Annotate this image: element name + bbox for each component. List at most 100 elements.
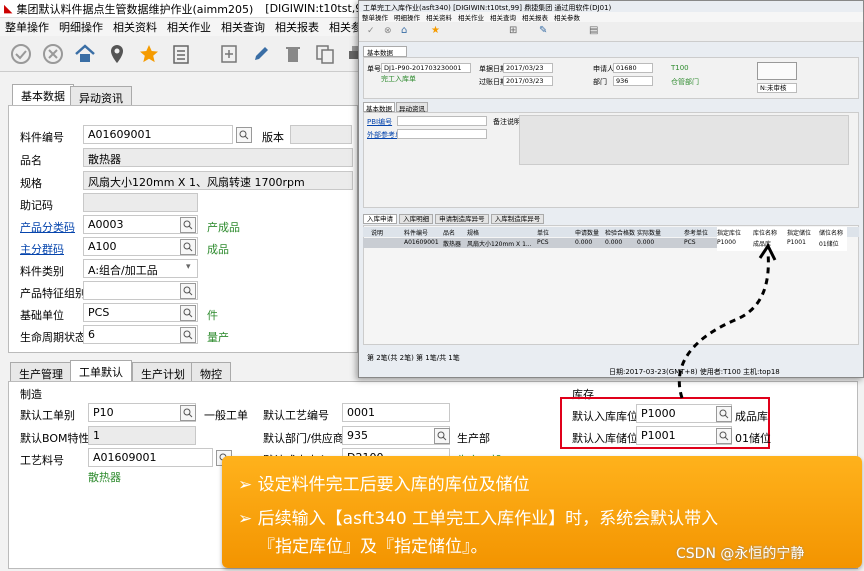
menu-item[interactable]: 相关报表 <box>519 14 551 22</box>
tab-material[interactable]: 物控 <box>191 362 231 382</box>
cancel-icon[interactable]: ⊗ <box>384 26 392 36</box>
menu-item[interactable]: 相关作业 <box>455 14 487 22</box>
asft340-inner-tab-basic[interactable]: 基本数据 <box>363 102 395 113</box>
status-field[interactable]: N:未审核 <box>757 83 797 93</box>
grid-header-cell: 料件编号 <box>404 230 429 237</box>
post-field[interactable]: 2017/03/23 <box>503 76 553 86</box>
search-icon[interactable] <box>180 327 196 343</box>
process-desc: 散热器 <box>88 471 121 484</box>
remark-label: 备注说明 <box>493 118 521 126</box>
life-label: 生命周期状态 <box>20 331 86 344</box>
home-icon[interactable] <box>70 39 100 69</box>
mfg-section-title: 制造 <box>20 388 42 401</box>
process-label: 工艺料号 <box>20 454 64 467</box>
sdept-desc: 仓管部门 <box>671 78 699 86</box>
grid-header-cell: 指定库位 <box>717 230 742 237</box>
date-field[interactable]: 2017/03/23 <box>503 63 553 73</box>
grid-tab[interactable]: 申请制造库异号 <box>435 214 489 224</box>
menu-item[interactable]: 明细操作 <box>391 14 423 22</box>
remark-field[interactable] <box>519 115 849 165</box>
doc-field[interactable]: DJ1-P90-201703230001 <box>381 63 471 73</box>
sdept-field[interactable]: 936 <box>613 76 653 86</box>
life-desc: 量产 <box>207 331 229 344</box>
grid-header-cell: 说明 <box>371 230 384 237</box>
menu-item[interactable]: 相关资料 <box>423 14 455 22</box>
wotype-desc: 一般工单 <box>204 409 248 422</box>
menu-item[interactable]: 相关查询 <box>487 14 519 22</box>
asft340-toolbar: ✓ ⊗ ⌂ ★ ⊞ ✎ ▤ <box>359 22 863 42</box>
doc-status-icon[interactable] <box>757 62 797 80</box>
group-label[interactable]: 主分群码 <box>20 241 64 257</box>
item-no-field[interactable]: A01609001 <box>83 125 233 144</box>
menu-item[interactable]: 相关查询 <box>216 19 270 35</box>
search-icon[interactable] <box>180 217 196 233</box>
grid-cell: 01储位 <box>819 241 839 248</box>
chevron-down-icon[interactable]: ▾ <box>186 262 191 272</box>
confirm-icon[interactable]: ✓ <box>367 26 375 36</box>
asft340-tab-basic[interactable]: 基本数据 <box>363 46 407 57</box>
cancel-icon[interactable] <box>38 39 68 69</box>
menu-item[interactable]: 整单操作 <box>359 14 391 22</box>
search-icon[interactable] <box>180 239 196 255</box>
itemtype-select[interactable]: A:组合/加工品 <box>83 259 198 278</box>
menu-item[interactable]: 明细操作 <box>54 19 108 35</box>
memo-field[interactable] <box>83 193 198 212</box>
copy-icon[interactable] <box>310 39 340 69</box>
grid-tab[interactable]: 入库申请 <box>363 214 397 224</box>
menu-item[interactable]: 整单操作 <box>0 19 54 35</box>
ext-field[interactable] <box>397 129 487 139</box>
note-line-1: ➢ 设定料件完工后要入库的库位及储位 <box>238 475 530 495</box>
grid-header-cell: 品名 <box>443 230 456 237</box>
tab-change-info[interactable]: 异动资讯 <box>70 86 132 106</box>
process-field[interactable]: A01609001 <box>88 448 213 467</box>
menu-item[interactable]: 相关资料 <box>108 19 162 35</box>
delete-icon[interactable] <box>278 39 308 69</box>
loc-label: 默认入库库位 <box>572 410 638 423</box>
search-icon[interactable] <box>716 428 732 444</box>
tab-production[interactable]: 生产管理 <box>10 362 72 382</box>
edit-icon[interactable] <box>246 39 276 69</box>
applicant-field[interactable]: 01680 <box>613 63 653 73</box>
confirm-icon[interactable] <box>6 39 36 69</box>
name-field[interactable]: 散热器 <box>83 148 353 167</box>
grid-header-cell: 储位名称 <box>819 230 844 237</box>
search-icon[interactable] <box>180 405 196 421</box>
menu-item[interactable]: 相关作业 <box>162 19 216 35</box>
memo-label: 助记码 <box>20 199 53 212</box>
search-icon[interactable] <box>716 406 732 422</box>
grid-tab[interactable]: 入库明细 <box>399 214 434 224</box>
edit-icon[interactable]: ✎ <box>539 25 547 36</box>
search-icon[interactable] <box>434 428 450 444</box>
p-field[interactable] <box>397 116 487 126</box>
list-icon[interactable] <box>166 39 196 69</box>
search-icon[interactable] <box>236 127 252 143</box>
grid-header-cell: 单位 <box>537 230 550 237</box>
asft340-inner-tab-change[interactable]: 异动资讯 <box>396 102 428 113</box>
search-icon[interactable] <box>180 283 196 299</box>
wotype-label: 默认工单别 <box>20 409 75 422</box>
tab-wo-default[interactable]: 工单默认 <box>70 360 132 382</box>
search-icon[interactable] <box>180 305 196 321</box>
tab-planning[interactable]: 生产计划 <box>132 362 194 382</box>
grid-header-cell: 实际数量 <box>637 230 662 237</box>
print-icon[interactable]: ▤ <box>589 25 598 36</box>
routing-field[interactable]: 0001 <box>342 403 450 422</box>
prodcat-label[interactable]: 产品分类码 <box>20 219 75 235</box>
item-no-label: 料件编号 <box>20 131 64 144</box>
add-icon[interactable]: ⊞ <box>509 25 517 36</box>
grid-cell: 散热器 <box>443 241 462 248</box>
bom-field[interactable]: 1 <box>88 426 196 445</box>
spec-field[interactable]: 风扇大小120mm X 1、风扇转速 1700rpm <box>83 171 353 190</box>
p-label[interactable]: PBI编号 <box>367 117 392 127</box>
star-icon[interactable]: ★ <box>431 25 440 36</box>
menu-item[interactable]: 相关参数 <box>551 14 583 22</box>
home-icon[interactable]: ⌂ <box>401 25 407 36</box>
menu-item[interactable]: 相关报表 <box>270 19 324 35</box>
version-field[interactable] <box>290 125 352 144</box>
star-icon[interactable] <box>134 39 164 69</box>
add-icon[interactable] <box>214 39 244 69</box>
location-pin-icon[interactable] <box>102 39 132 69</box>
window-title: 集团默认料件据点生管数据维护作业(aimm205) <box>16 2 254 16</box>
grid-tab[interactable]: 入库制造库异号 <box>490 214 545 224</box>
tab-basic-data[interactable]: 基本数据 <box>12 84 74 106</box>
